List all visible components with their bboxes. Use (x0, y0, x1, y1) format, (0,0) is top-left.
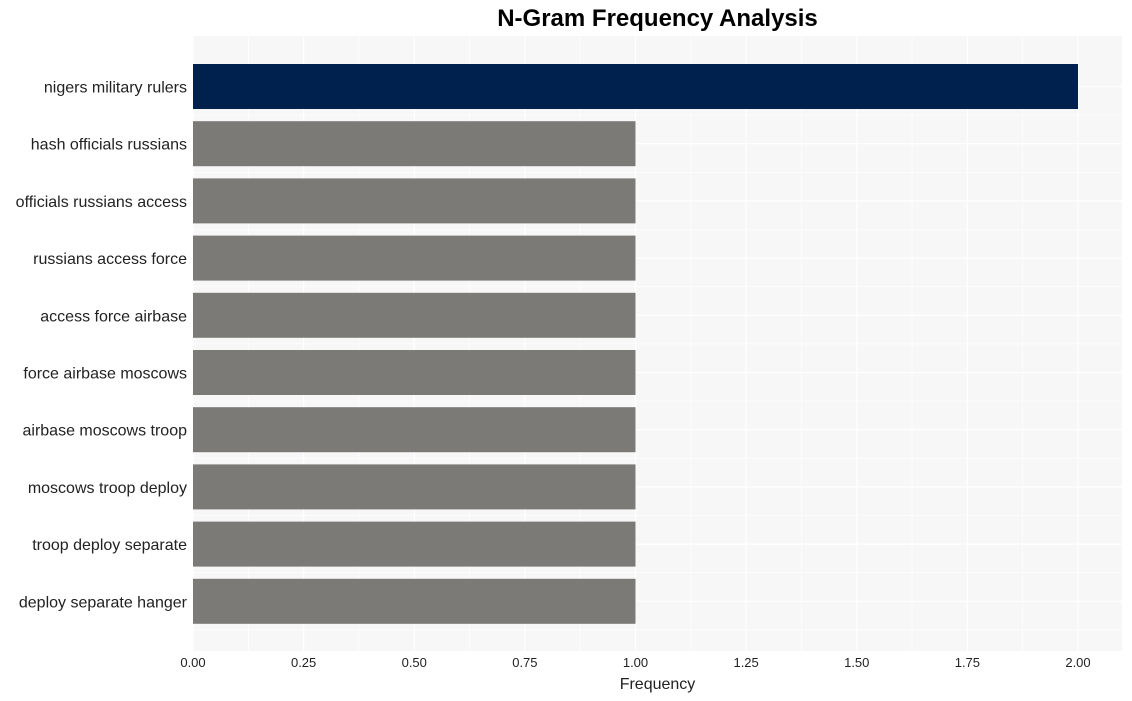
y-tick-label: nigers military rulers (44, 80, 187, 97)
x-tick-label: 0.75 (512, 655, 537, 670)
x-axis-ticks: 0.00 0.25 0.50 0.75 1.00 1.25 1.50 1.75 2.00 (180, 655, 1090, 670)
y-tick-label: officials russians access (16, 194, 187, 211)
y-tick-label: access force airbase (40, 308, 187, 325)
bar (193, 64, 1078, 109)
bar (193, 235, 636, 281)
y-tick-label: force airbase moscows (23, 366, 187, 383)
x-tick-label: 1.50 (844, 655, 869, 670)
bar (193, 578, 636, 624)
x-tick-label: 1.75 (955, 655, 980, 670)
x-axis-label: Frequency (620, 676, 696, 693)
bar (193, 464, 636, 510)
x-tick-label: 1.00 (623, 655, 648, 670)
y-tick-label: deploy separate hanger (19, 594, 188, 611)
y-tick-label: airbase moscows troop (22, 423, 187, 440)
y-tick-label: hash officials russians (31, 137, 187, 154)
bar (193, 292, 636, 338)
y-axis-labels: nigers military rulers hash officials rus… (16, 80, 188, 612)
bar (193, 407, 636, 453)
y-tick-label: russians access force (33, 251, 187, 268)
bar (193, 121, 636, 167)
y-tick-label: moscows troop deploy (28, 480, 187, 497)
x-tick-label: 1.25 (733, 655, 758, 670)
bar (193, 178, 636, 224)
x-tick-label: 0.50 (402, 655, 427, 670)
x-tick-label: 2.00 (1065, 655, 1090, 670)
bar (193, 350, 636, 395)
y-tick-label: troop deploy separate (32, 537, 187, 554)
bar-chart: nigers military rulers hash officials rus… (16, 36, 1122, 693)
x-tick-label: 0.00 (180, 655, 205, 670)
x-tick-label: 0.25 (291, 655, 316, 670)
bar (193, 521, 636, 567)
